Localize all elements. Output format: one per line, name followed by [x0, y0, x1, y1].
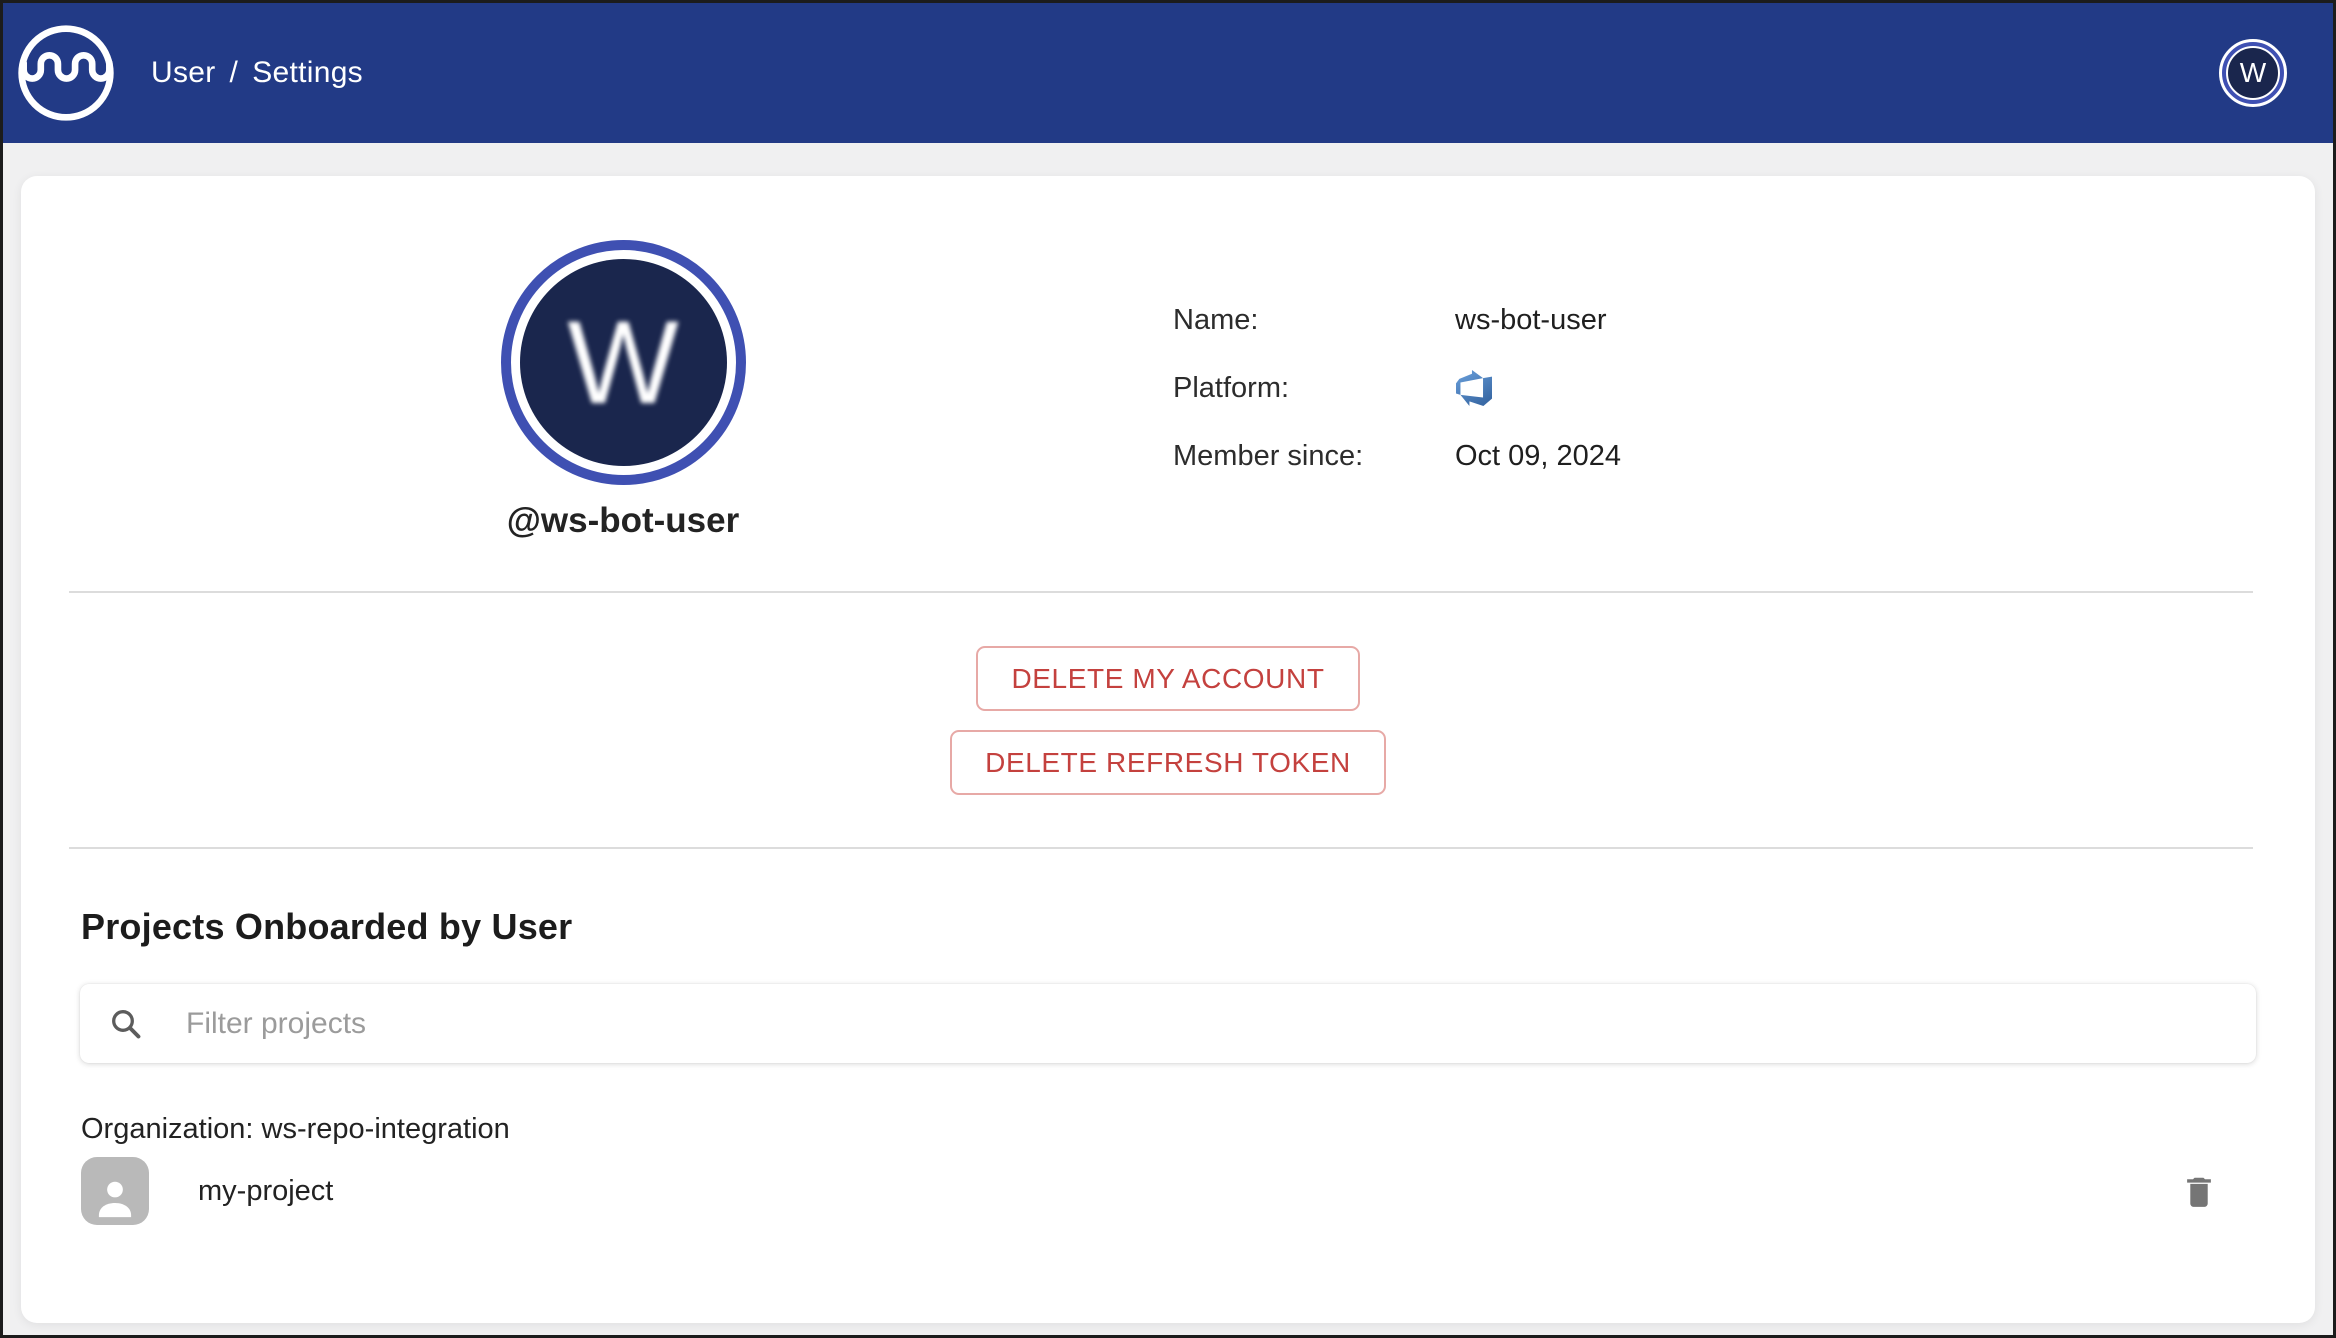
project-name: my-project — [198, 1174, 334, 1207]
settings-card: W @ws-bot-user Name: ws-bot-user Platfor… — [21, 176, 2315, 1323]
member-since-value: Oct 09, 2024 — [1455, 439, 1622, 472]
profile-avatar-letter: W — [567, 296, 679, 429]
project-filter-box — [80, 984, 2256, 1063]
profile-info: Name: ws-bot-user Platform: Member since… — [1173, 286, 1621, 541]
info-row-member-since: Member since: Oct 09, 2024 — [1173, 422, 1621, 490]
divider-profile — [69, 591, 2253, 593]
delete-account-button[interactable]: DELETE MY ACCOUNT — [976, 646, 1360, 711]
delete-refresh-token-button[interactable]: DELETE REFRESH TOKEN — [950, 730, 1386, 795]
member-since-label: Member since: — [1173, 439, 1364, 472]
profile-username: @ws-bot-user — [506, 501, 740, 540]
breadcrumb: User / Settings — [151, 56, 363, 90]
breadcrumb-user[interactable]: User — [151, 56, 216, 90]
header-user-avatar[interactable]: W — [2219, 39, 2287, 107]
name-label: Name: — [1173, 303, 1259, 336]
divider-actions — [69, 847, 2253, 849]
profile-avatar: W — [500, 240, 746, 485]
info-row-name: Name: ws-bot-user — [1173, 286, 1621, 354]
breadcrumb-settings: Settings — [252, 56, 363, 89]
project-row[interactable]: my-project — [81, 1156, 2219, 1226]
delete-project-button[interactable] — [2179, 1169, 2219, 1213]
filter-projects-input[interactable] — [184, 984, 2256, 1063]
trash-icon — [2187, 1177, 2211, 1207]
name-value: ws-bot-user — [1455, 303, 1607, 336]
azure-devops-icon — [1456, 370, 1492, 406]
profile-section: W @ws-bot-user Name: ws-bot-user Platfor… — [21, 176, 2315, 541]
user-settings-page: User / Settings W W @ws-bot-user Name: w… — [0, 0, 2336, 1338]
projects-section-title: Projects Onboarded by User — [81, 906, 573, 947]
search-icon — [112, 1009, 141, 1038]
breadcrumb-separator: / — [229, 56, 239, 89]
platform-value — [1455, 370, 1493, 406]
info-row-platform: Platform: — [1173, 354, 1621, 422]
organization-label: Organization: ws-repo-integration — [81, 1113, 510, 1145]
account-actions: DELETE MY ACCOUNT DELETE REFRESH TOKEN — [21, 646, 2315, 795]
top-navigation-bar: User / Settings W — [3, 3, 2333, 143]
header-avatar-letter: W — [2239, 57, 2267, 88]
person-icon — [98, 1181, 132, 1218]
platform-label: Platform: — [1173, 371, 1290, 404]
project-avatar — [81, 1157, 149, 1225]
app-logo-wave-icon[interactable] — [15, 22, 117, 124]
